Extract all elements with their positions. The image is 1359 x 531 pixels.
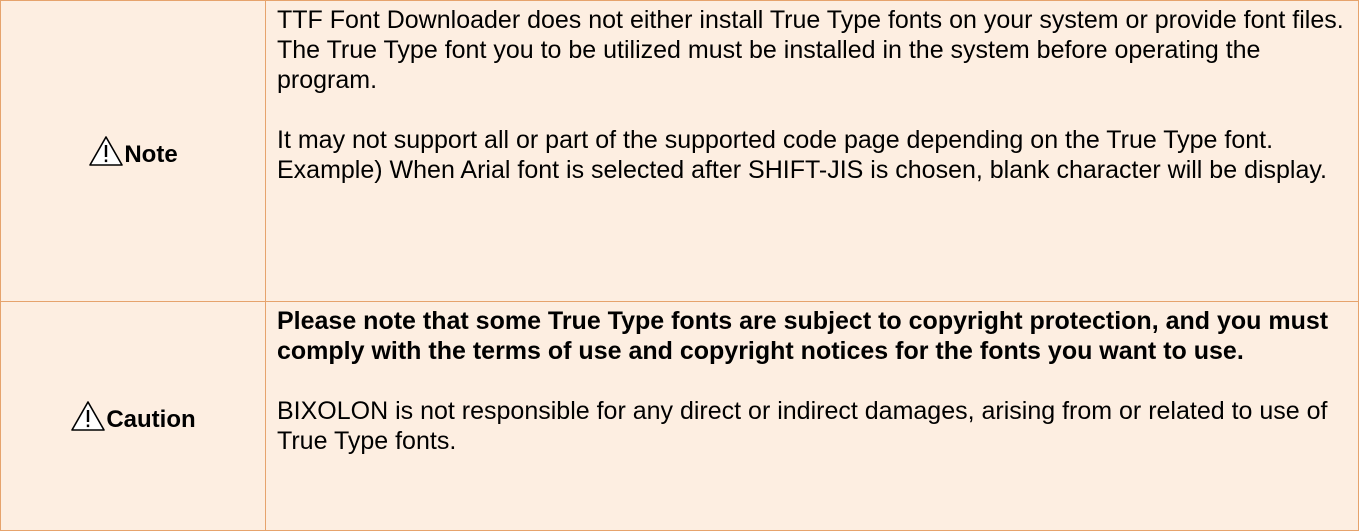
- note-paragraph-1: TTF Font Downloader does not either inst…: [277, 6, 1344, 94]
- caution-row: Caution Please note that some True Type …: [0, 301, 1359, 531]
- caution-content-cell: Please note that some True Type fonts ar…: [265, 301, 1359, 531]
- caution-paragraph-1: Please note that some True Type fonts ar…: [277, 307, 1329, 365]
- note-label-text: Note: [124, 141, 178, 168]
- warning-triangle-icon: [88, 135, 124, 167]
- note-paragraph-3: Example) When Arial font is selected aft…: [277, 156, 1327, 184]
- note-content-cell: TTF Font Downloader does not either inst…: [265, 0, 1359, 302]
- caution-paragraph-2: BIXOLON is not responsible for any direc…: [277, 397, 1328, 455]
- caution-label-text: Caution: [106, 406, 196, 433]
- warning-triangle-icon: [70, 400, 106, 432]
- note-label: Note: [1, 135, 265, 167]
- notice-table: Note TTF Font Downloader does not either…: [0, 0, 1359, 531]
- caution-label: Caution: [1, 400, 265, 432]
- note-paragraph-2: It may not support all or part of the su…: [277, 126, 1274, 154]
- note-row: Note TTF Font Downloader does not either…: [0, 0, 1359, 302]
- note-label-cell: Note: [0, 0, 266, 302]
- caution-label-cell: Caution: [0, 301, 266, 531]
